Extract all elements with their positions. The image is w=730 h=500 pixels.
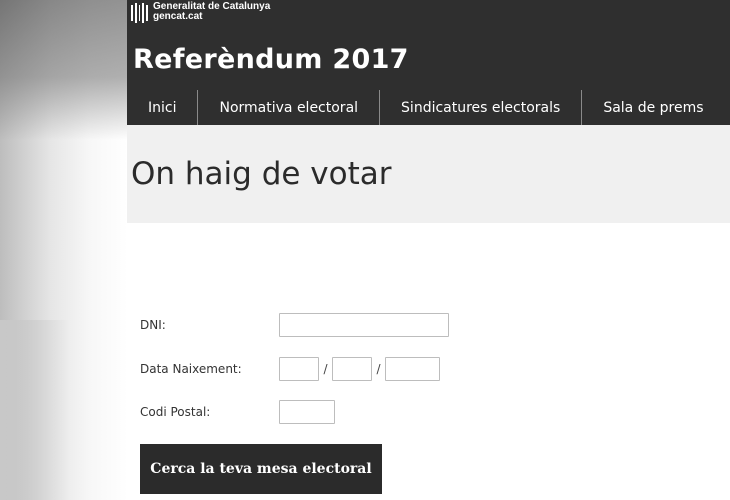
gov-branding-text: Generalitat de Catalunya gencat.cat	[153, 2, 270, 22]
nav-item-normativa-electoral[interactable]: Normativa electoral	[198, 90, 379, 125]
main-nav: Inici Normativa electoral Sindicatures e…	[127, 90, 704, 125]
birth-date-label: Data Naixement:	[140, 362, 242, 376]
page-title-banner: On haig de votar	[127, 125, 730, 223]
nav-item-inici[interactable]: Inici	[127, 90, 197, 125]
postal-code-row: Codi Postal:	[140, 400, 335, 424]
dni-label: DNI:	[140, 318, 166, 332]
date-separator: /	[376, 362, 381, 376]
birth-month-input[interactable]	[332, 357, 372, 381]
blurred-background-margin	[0, 0, 128, 500]
nav-item-sala-de-premsa[interactable]: Sala de prems	[582, 90, 703, 125]
dni-input[interactable]	[279, 313, 449, 337]
nav-item-sindicatures-electorals[interactable]: Sindicatures electorals	[380, 90, 581, 125]
site-header: Generalitat de Catalunya gencat.cat Refe…	[127, 0, 730, 125]
date-separator: /	[323, 362, 328, 376]
dni-row: DNI:	[140, 313, 449, 337]
gov-site: gencat.cat	[153, 11, 203, 22]
birth-year-input[interactable]	[385, 357, 440, 381]
birth-day-input[interactable]	[279, 357, 319, 381]
postal-code-label: Codi Postal:	[140, 405, 211, 419]
postal-code-input[interactable]	[279, 400, 335, 424]
search-polling-station-button[interactable]: Cerca la teva mesa electoral	[140, 444, 382, 494]
page-title: On haig de votar	[131, 156, 392, 192]
site-title[interactable]: Referèndum 2017	[133, 44, 409, 75]
generalitat-logo-icon	[131, 3, 148, 23]
birth-date-row: Data Naixement: / /	[140, 357, 440, 381]
gov-branding[interactable]: Generalitat de Catalunya gencat.cat	[131, 2, 270, 23]
